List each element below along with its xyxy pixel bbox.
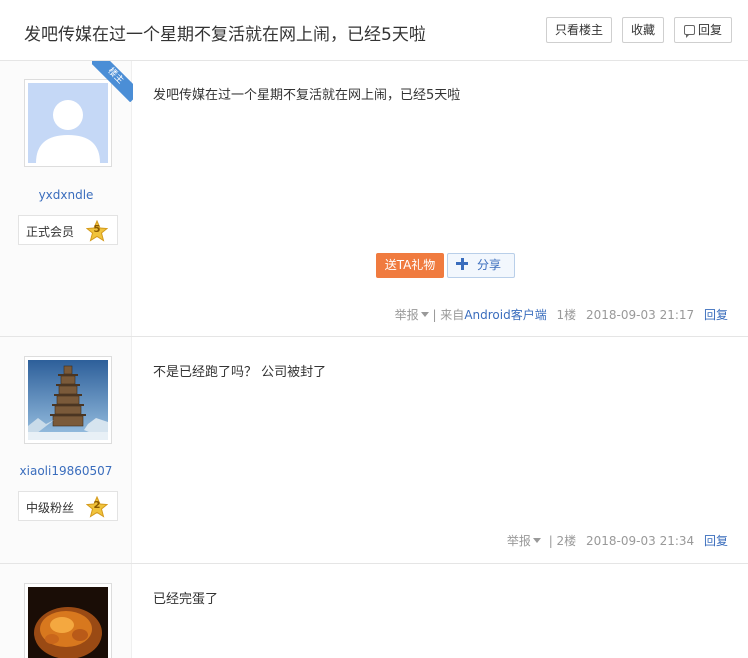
avatar[interactable] [24,583,112,658]
reply-button-label: 回复 [697,23,722,37]
level-number: 2 [93,500,101,511]
plus-icon [456,258,468,270]
post-content: 发吧传媒在过一个星期不复活就在网上闹，已经5天啦 [153,88,461,103]
report-link[interactable]: 举报 [507,534,531,548]
reply-link[interactable]: 回复 [704,534,728,548]
amber-carving-photo-icon [28,587,108,658]
post-time: 2018-09-03 21:34 [586,534,695,548]
only-op-button[interactable]: 只看楼主 [546,17,612,43]
favorite-button[interactable]: 收藏 [622,17,664,43]
username[interactable]: yxdxndle [0,188,132,202]
post-time: 2018-09-03 21:17 [586,308,695,322]
gift-button[interactable]: 送TA礼物 [376,253,444,278]
pagoda-photo-icon [28,360,108,440]
member-rank-badge[interactable]: 正式会员 5 [18,215,118,245]
level-number: 5 [93,224,101,235]
rank-label: 中级粉丝 [26,501,75,515]
op-badge: 楼主 [92,61,133,102]
share-button[interactable]: 分享 [447,253,515,278]
post-content: 已经完蛋了 [153,592,219,607]
floor-number: 1楼 [556,308,577,322]
floor-number: | 2楼 [548,534,577,548]
comment-icon [683,25,695,38]
member-rank-badge[interactable]: 中级粉丝 2 [18,491,118,521]
reply-button[interactable]: 回复 [674,17,732,43]
client-source-link[interactable]: Android客户端 [464,308,546,322]
post-1: 楼主 yxdxndle 正式会员 5 发吧传媒在过一个星期不复活就在网上闹，已经… [0,61,748,337]
rank-label: 正式会员 [26,225,75,239]
thread-header: 发吧传媒在过一个星期不复活就在网上闹，已经5天啦 只看楼主 收藏 回复 [0,0,748,61]
post-3: 已经完蛋了 [0,564,748,658]
post-meta: 举报 | 2楼 2018-09-03 21:34 回复 [507,532,728,549]
source-prefix: | 来自 [432,308,465,322]
post-meta: 举报 | 来自Android客户端 1楼 2018-09-03 21:17 回复 [395,306,728,323]
thread-title: 发吧传媒在过一个星期不复活就在网上闹，已经5天啦 [24,25,426,45]
caret-down-icon[interactable] [532,538,541,543]
avatar[interactable] [24,356,112,444]
op-badge-label: 楼主 [92,61,133,102]
caret-down-icon[interactable] [420,312,429,317]
reply-link[interactable]: 回复 [704,308,728,322]
share-label: 分享 [477,258,502,272]
username[interactable]: xiaoli19860507 [0,464,132,478]
post-2: xiaoli19860507 中级粉丝 2 不是已经跑了吗？ 公司被封了 举报 … [0,337,748,564]
post-content: 不是已经跑了吗？ 公司被封了 [153,365,327,380]
report-link[interactable]: 举报 [395,308,419,322]
